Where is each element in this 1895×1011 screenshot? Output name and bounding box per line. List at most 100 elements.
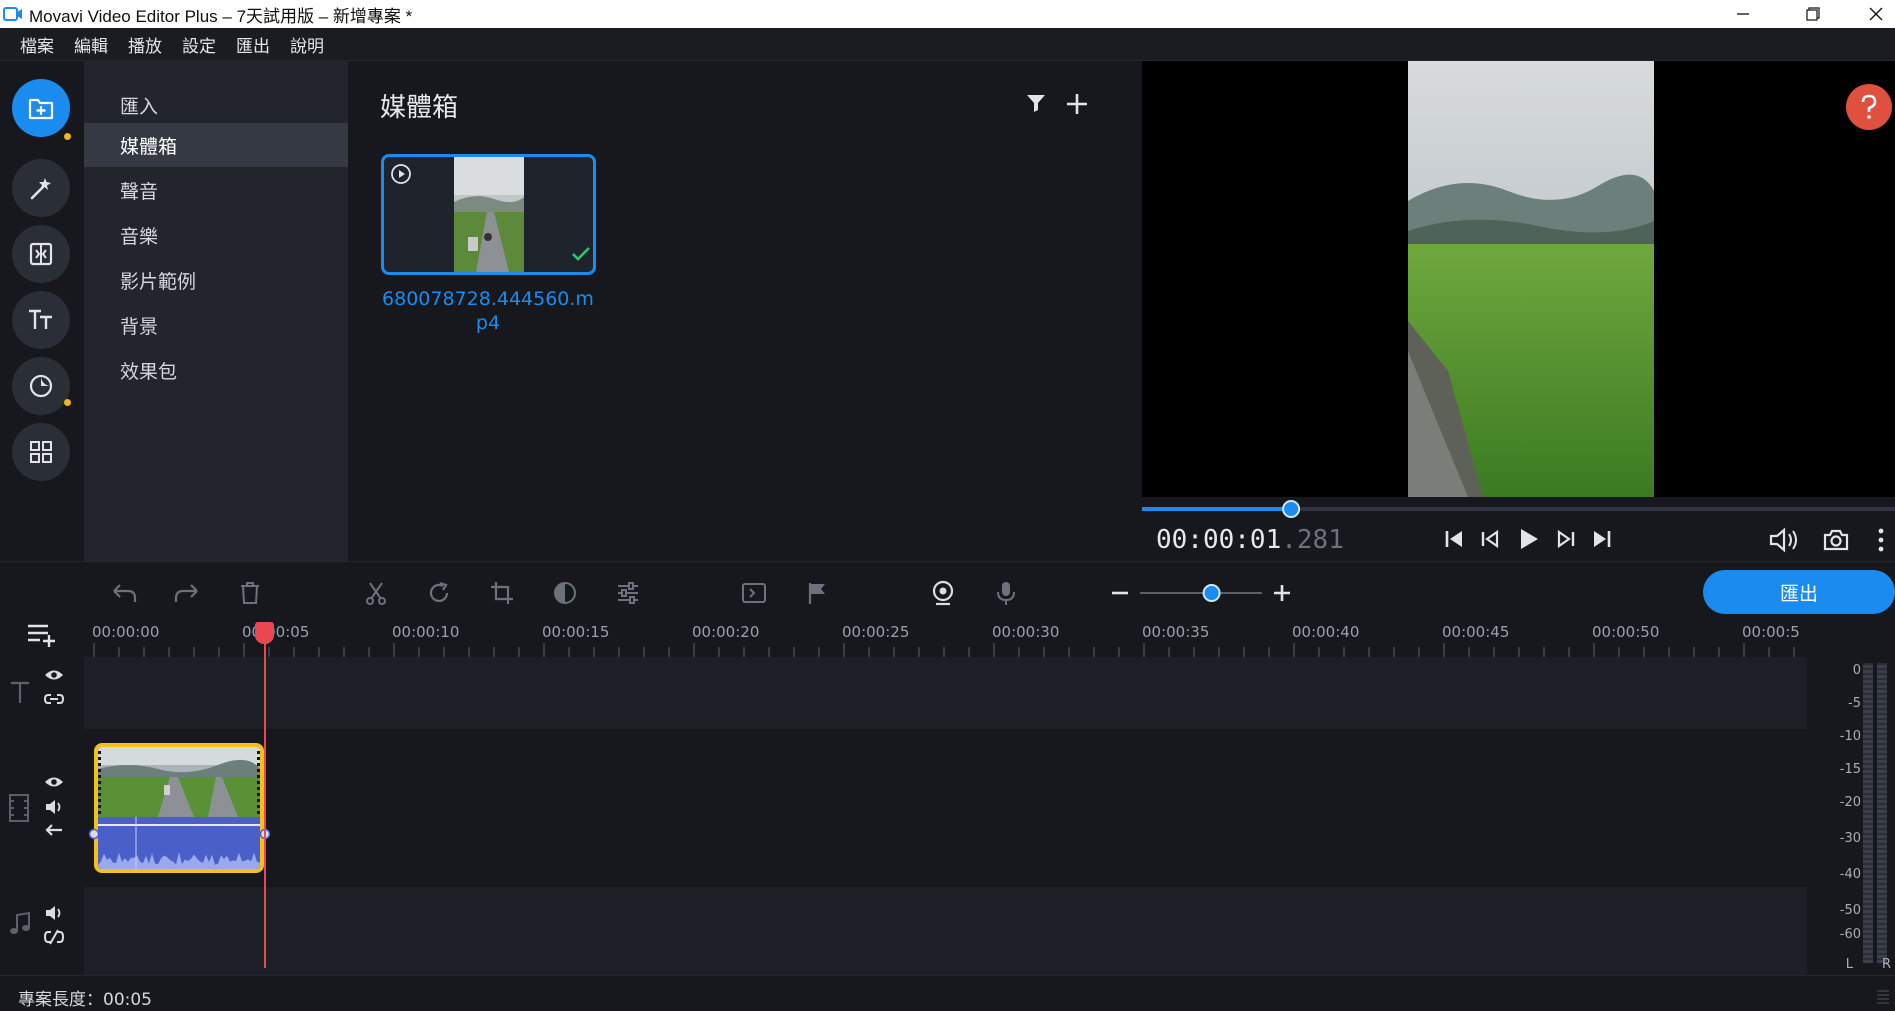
- menu-bar: 檔案 編輯 播放 設定 匯出 說明: [0, 28, 1895, 61]
- visibility-eye-icon[interactable]: [44, 775, 64, 789]
- minimize-icon: [1737, 13, 1749, 15]
- media-clip-card[interactable]: [381, 154, 596, 275]
- next-frame-button[interactable]: [1554, 527, 1582, 555]
- crop-button[interactable]: [488, 579, 516, 607]
- category-sounds[interactable]: 聲音: [84, 168, 348, 212]
- rail-more-button[interactable]: [12, 423, 70, 481]
- rail-filters-button[interactable]: [12, 159, 70, 217]
- category-effect-packs[interactable]: 效果包: [84, 348, 348, 392]
- meter-segment: [1877, 760, 1887, 763]
- meter-segment: [1863, 960, 1873, 963]
- playhead-handle[interactable]: [255, 622, 274, 644]
- rail-import-button[interactable]: [12, 79, 70, 137]
- play-button[interactable]: [1514, 525, 1544, 555]
- meter-segment: [1863, 900, 1873, 903]
- arrow-left-icon[interactable]: [44, 823, 64, 837]
- transitions-icon: [29, 242, 53, 266]
- preview-player[interactable]: [1142, 61, 1895, 497]
- link-icon[interactable]: [44, 692, 64, 706]
- go-to-start-button[interactable]: [1442, 527, 1470, 555]
- cut-button[interactable]: [362, 579, 390, 607]
- meter-segment: [1863, 685, 1873, 688]
- volume-button[interactable]: [1768, 526, 1800, 556]
- music-note-icon: [10, 911, 30, 934]
- color-adjust-button[interactable]: [551, 579, 579, 607]
- text-track[interactable]: [84, 657, 1807, 729]
- resize-grip-icon[interactable]: [1873, 988, 1891, 1006]
- rotate-button[interactable]: [425, 579, 453, 607]
- filter-button[interactable]: [1024, 91, 1052, 119]
- redo-button[interactable]: [173, 579, 201, 607]
- status-bar: 專案長度：00:05: [0, 975, 1895, 1011]
- more-options-button[interactable]: [1877, 527, 1893, 555]
- category-media-bin[interactable]: 媒體箱: [84, 123, 348, 167]
- minimize-button[interactable]: [1720, 0, 1766, 28]
- category-music[interactable]: 音樂: [84, 213, 348, 257]
- meter-db-label: -40: [1839, 867, 1861, 882]
- speaker-icon[interactable]: [44, 799, 64, 815]
- unlink-icon[interactable]: [44, 929, 64, 945]
- new-indicator-dot: [64, 133, 71, 140]
- meter-segment: [1877, 720, 1887, 723]
- meter-segment: [1863, 930, 1873, 933]
- menu-export[interactable]: 匯出: [236, 32, 270, 57]
- meter-segment: [1863, 705, 1873, 708]
- media-clip-name[interactable]: 680078728.444560.mp4: [378, 287, 598, 335]
- rail-stickers-button[interactable]: [12, 357, 70, 415]
- snapshot-button[interactable]: [1822, 527, 1852, 555]
- meter-segment: [1877, 705, 1887, 708]
- menu-file[interactable]: 檔案: [20, 32, 54, 57]
- flag-icon: [808, 583, 825, 604]
- transition-wizard-button[interactable]: [740, 579, 768, 607]
- export-button[interactable]: 匯出: [1703, 570, 1895, 614]
- previous-frame-button[interactable]: [1478, 527, 1506, 555]
- meter-segment: [1877, 915, 1887, 918]
- restore-button[interactable]: [1790, 0, 1836, 28]
- timeline-ruler[interactable]: 00:00:00 00:00:05 00:00:10 00:00:15 00:00:20…: [84, 623, 1807, 657]
- help-button[interactable]: [1846, 84, 1892, 130]
- volume-icon: [1769, 527, 1797, 553]
- zoom-in-button[interactable]: [1268, 579, 1296, 607]
- speaker-icon[interactable]: [44, 905, 64, 921]
- webcam-record-button[interactable]: [929, 579, 957, 607]
- meter-segment: [1877, 780, 1887, 783]
- meter-segment: [1877, 875, 1887, 878]
- clip-properties-button[interactable]: [614, 579, 642, 607]
- meter-segment: [1863, 810, 1873, 813]
- meter-segment: [1877, 945, 1887, 948]
- add-marker-button[interactable]: [803, 579, 831, 607]
- category-backgrounds[interactable]: 背景: [84, 303, 348, 347]
- meter-segment: [1877, 910, 1887, 913]
- menu-playback[interactable]: 播放: [128, 32, 162, 57]
- meter-segment: [1877, 900, 1887, 903]
- preview-scrubber[interactable]: [1142, 497, 1895, 521]
- meter-segment: [1863, 775, 1873, 778]
- category-sample-videos[interactable]: 影片範例: [84, 258, 348, 302]
- meter-segment: [1877, 725, 1887, 728]
- clip-trim-handle-left[interactable]: [88, 828, 100, 840]
- delete-button[interactable]: [236, 579, 264, 607]
- rail-titles-button[interactable]: [12, 291, 70, 349]
- voice-record-button[interactable]: [992, 579, 1020, 607]
- category-import[interactable]: 匯入: [84, 83, 348, 127]
- menu-settings[interactable]: 設定: [182, 32, 216, 57]
- close-button[interactable]: [1856, 0, 1895, 28]
- go-to-end-button[interactable]: [1590, 527, 1618, 555]
- color-adjust-icon: [554, 582, 576, 604]
- stickers-icon: [29, 374, 53, 398]
- add-media-button[interactable]: [1064, 91, 1092, 119]
- meter-segment: [1877, 800, 1887, 803]
- rail-transitions-button[interactable]: [12, 225, 70, 283]
- zoom-slider[interactable]: [1140, 579, 1262, 607]
- visibility-eye-icon[interactable]: [44, 668, 64, 682]
- add-track-button[interactable]: [26, 620, 58, 652]
- timeline-video-clip[interactable]: [94, 743, 264, 873]
- ruler-time-label: 00:00:05: [242, 623, 310, 641]
- menu-edit[interactable]: 編輯: [74, 32, 108, 57]
- audio-track[interactable]: [84, 887, 1807, 975]
- menu-help[interactable]: 說明: [290, 32, 324, 57]
- undo-button[interactable]: [110, 579, 138, 607]
- zoom-out-button[interactable]: [1106, 579, 1134, 607]
- meter-db-label: -20: [1839, 795, 1861, 810]
- video-track[interactable]: [84, 729, 1807, 887]
